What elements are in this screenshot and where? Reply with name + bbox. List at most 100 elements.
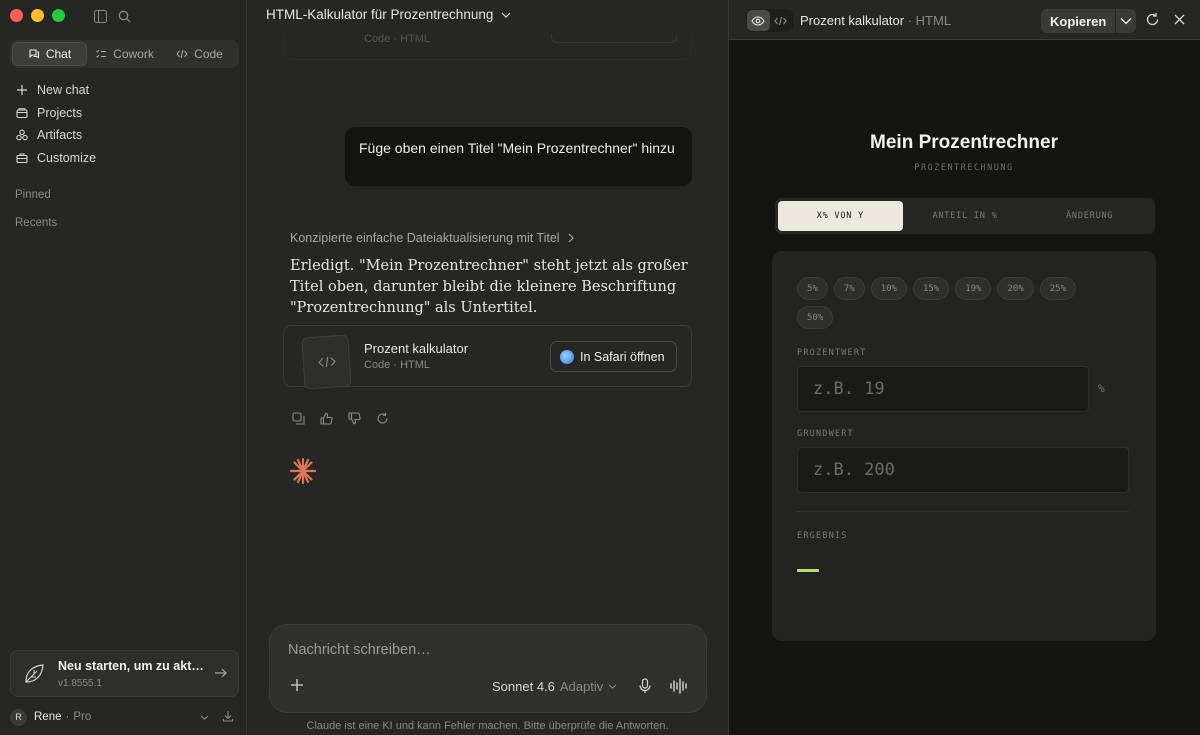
- message-composer: Sonnet 4.6 Adaptiv: [269, 624, 707, 713]
- artifact-panel-name: Prozent kalkulator: [800, 13, 905, 28]
- result-placeholder-dash: [797, 569, 819, 572]
- model-name: Sonnet 4.6: [492, 679, 555, 694]
- percent-field-label: PROZENTWERT: [797, 348, 867, 358]
- artifact-title: Prozent kalkulator: [364, 341, 469, 356]
- code-tab[interactable]: [770, 10, 793, 31]
- preset-chip[interactable]: 20%: [997, 277, 1034, 300]
- chevron-down-icon: [1120, 18, 1132, 25]
- preset-chip[interactable]: 15%: [912, 277, 950, 300]
- preset-chip[interactable]: 7%: [833, 277, 865, 300]
- chevron-down-icon: [501, 12, 511, 18]
- percent-field: [797, 366, 1089, 412]
- preset-chip[interactable]: 50%: [797, 306, 834, 329]
- tab-share-in-percent[interactable]: ANTEIL IN %: [903, 201, 1028, 231]
- mode-cowork[interactable]: Cowork: [87, 42, 162, 66]
- open-in-safari-button[interactable]: In Safari öffnen: [550, 341, 677, 372]
- base-field: [797, 447, 1129, 493]
- calculator-tabs: X% VON Y ANTEIL IN % ÄNDERUNG: [775, 198, 1155, 234]
- thumbs-down-icon[interactable]: [346, 410, 362, 426]
- briefcase-icon: [16, 153, 28, 163]
- divider: [797, 511, 1129, 512]
- update-card[interactable]: Neu starten, um zu akt… v1.8555.1: [10, 650, 239, 697]
- refresh-icon[interactable]: [1145, 12, 1160, 27]
- copy-button[interactable]: Kopieren: [1041, 9, 1117, 33]
- sidebar-item-label: New chat: [37, 83, 90, 98]
- window-controls: [10, 9, 65, 22]
- copy-button-group: Kopieren: [1041, 9, 1136, 33]
- user-menu[interactable]: R Rene · Pro: [10, 708, 239, 726]
- leaf-icon: [25, 664, 44, 683]
- user-name: Rene: [34, 711, 62, 723]
- percent-presets: 5% 7% 10% 15% 19% 20% 25% 50%: [797, 277, 1117, 329]
- chat-area: Code · HTML In Safari öffnen HTML-Kalkul…: [247, 0, 728, 735]
- copy-options-button[interactable]: [1116, 17, 1136, 25]
- model-selector[interactable]: Sonnet 4.6 Adaptiv: [492, 679, 617, 694]
- mode-chat[interactable]: Chat: [12, 42, 87, 66]
- mode-chat-label: Chat: [45, 47, 72, 61]
- disclaimer: Claude ist eine KI und kann Fehler mache…: [306, 720, 669, 732]
- chat-title-menu[interactable]: HTML-Kalkulator für Prozentrechnung: [266, 7, 511, 22]
- sidebar-nav: New chat Projects Artifacts Customize: [10, 79, 239, 169]
- artifact-thumbnail: [301, 334, 352, 390]
- minimize-window-button[interactable]: [31, 9, 44, 22]
- preset-chip[interactable]: 10%: [870, 277, 907, 300]
- artifact-panel-kind: HTML: [915, 13, 952, 28]
- claude-spark-icon: [289, 457, 317, 485]
- chevron-down-icon[interactable]: [200, 713, 209, 722]
- user-plan: Pro: [73, 711, 92, 723]
- mode-code[interactable]: Code: [162, 42, 237, 66]
- sidebar-item-customize[interactable]: Customize: [10, 147, 239, 170]
- thumbs-up-icon[interactable]: [318, 410, 334, 426]
- download-icon[interactable]: [222, 710, 234, 722]
- update-version: v1.8555.1: [58, 678, 102, 689]
- code-icon: [317, 356, 336, 368]
- sidebar-item-projects[interactable]: Projects: [10, 102, 239, 125]
- plus-icon: [17, 85, 27, 96]
- pinned-section-label: Pinned: [15, 189, 51, 201]
- percent-input[interactable]: [798, 367, 1088, 411]
- message-input[interactable]: [288, 642, 678, 658]
- thinking-summary[interactable]: Konzipierte einfache Dateiaktualisierung…: [290, 231, 575, 245]
- sidebar-item-label: Customize: [37, 150, 97, 165]
- chat-icon: [29, 49, 39, 59]
- recents-section-label: Recents: [15, 217, 58, 229]
- checklist-icon: [96, 49, 107, 58]
- view-toggle: [746, 9, 793, 32]
- chevron-right-icon: [568, 233, 574, 243]
- search-icon[interactable]: [116, 8, 132, 24]
- preset-chip[interactable]: 19%: [955, 277, 992, 300]
- percent-unit: %: [1098, 382, 1105, 395]
- artifact-panel-dot: ·: [907, 13, 913, 28]
- preset-chip[interactable]: 25%: [1039, 277, 1077, 300]
- artifact-card[interactable]: Prozent kalkulator Code · HTML In Safari…: [283, 325, 692, 390]
- tab-x-percent-of-y[interactable]: X% VON Y: [778, 201, 903, 231]
- mode-cowork-label: Cowork: [113, 47, 154, 61]
- voice-mode-icon[interactable]: [669, 678, 689, 694]
- avatar: R: [10, 708, 27, 726]
- assistant-reply: Erledigt. "Mein Prozentrechner" steht je…: [290, 258, 688, 316]
- code-icon: [176, 49, 188, 59]
- close-icon[interactable]: [1174, 14, 1185, 25]
- retry-icon[interactable]: [374, 410, 390, 426]
- sidebar-item-artifacts[interactable]: Artifacts: [10, 124, 239, 147]
- preview-tab[interactable]: [747, 10, 770, 31]
- code-icon: [774, 16, 787, 25]
- copy-icon[interactable]: [290, 410, 306, 426]
- microphone-icon[interactable]: [638, 678, 652, 694]
- zoom-window-button[interactable]: [52, 9, 65, 22]
- previous-artifact-subtitle: Code · HTML: [364, 33, 431, 45]
- plus-icon[interactable]: [290, 678, 304, 692]
- artifact-panel-header: Prozent kalkulator · HTML Kopieren: [729, 0, 1200, 40]
- user-message: Füge oben einen Titel "Mein Prozentrechn…: [345, 127, 692, 186]
- close-window-button[interactable]: [10, 9, 23, 22]
- preset-chip[interactable]: 5%: [797, 277, 828, 300]
- update-title: Neu starten, um zu akt…: [58, 659, 204, 673]
- safari-icon: [560, 349, 574, 364]
- message-actions: [290, 410, 390, 426]
- sidebar-item-new-chat[interactable]: New chat: [10, 79, 239, 102]
- mode-switcher: Chat Cowork Code: [10, 40, 239, 68]
- arrow-right-icon: [215, 668, 227, 678]
- tab-change[interactable]: ÄNDERUNG: [1027, 201, 1152, 231]
- base-input[interactable]: [798, 448, 1128, 492]
- sidebar-toggle-icon[interactable]: [92, 8, 108, 24]
